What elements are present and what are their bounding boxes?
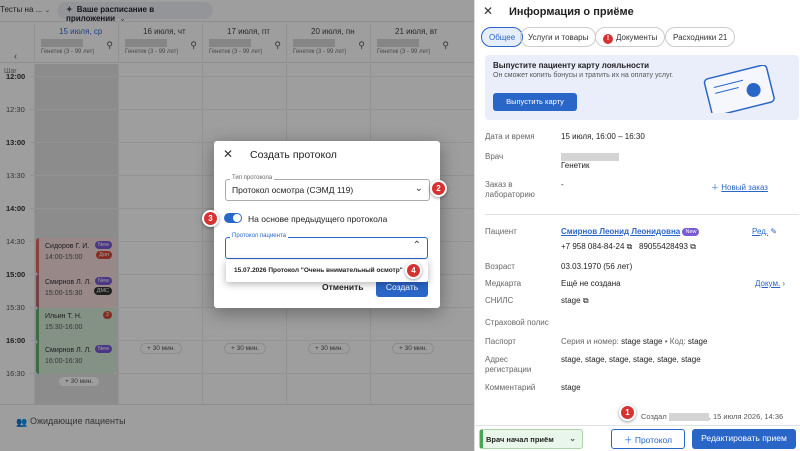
close-icon[interactable]: ✕ bbox=[483, 4, 493, 18]
loyalty-title: Выпустите пациенту карту лояльности bbox=[493, 61, 650, 70]
doctor-key: Врач bbox=[485, 152, 504, 161]
edit-label: Ред. bbox=[752, 227, 769, 236]
snils-value: stage ⧉ bbox=[561, 296, 589, 306]
tab-label: Услуги и товары bbox=[528, 33, 589, 42]
based-on-previous-label: На основе предыдущего протокола bbox=[248, 214, 388, 224]
toggle-knob bbox=[233, 214, 241, 222]
protocol-type-select[interactable]: Тип протокола Протокол осмотра (СЭМД 119… bbox=[225, 175, 430, 201]
create-protocol-dialog: ✕ Создать протокол Тип протокола Протоко… bbox=[214, 141, 440, 308]
chevron-right-icon: › bbox=[782, 279, 786, 288]
patient-protocol-select[interactable]: Протокол пациента ⌃ bbox=[225, 233, 428, 259]
doctor-spec: Генетик bbox=[561, 161, 590, 170]
edit-patient-link[interactable]: Ред. ✎ bbox=[752, 227, 777, 236]
new-order-link[interactable]: ＋ Новый заказ bbox=[711, 182, 768, 193]
status-indicator bbox=[480, 430, 483, 448]
tab-general[interactable]: Общее bbox=[481, 27, 524, 47]
medcard-value: Ещё не создана bbox=[561, 279, 621, 288]
issue-card-button[interactable]: Выпустить карту bbox=[493, 93, 577, 111]
tab-label: Расходники 21 bbox=[673, 33, 728, 42]
cancel-button[interactable]: Отменить bbox=[322, 282, 364, 292]
appointment-info-panel: ✕ Информация о приёме Общее Услуги и тов… bbox=[474, 0, 800, 451]
phone-secondary: 89055428493 bbox=[639, 242, 688, 251]
patient-protocol-label: Протокол пациента bbox=[230, 233, 288, 239]
patient-name-link[interactable]: Смирнов Леонид Леонидовна bbox=[561, 227, 680, 236]
step-marker: 2 bbox=[430, 180, 447, 197]
based-on-previous-toggle[interactable] bbox=[224, 213, 242, 223]
phones: +7 958 084-84-24 ⧉ 89055428493 ⧉ bbox=[561, 242, 696, 252]
phone-primary: +7 958 084-84-24 bbox=[561, 242, 625, 251]
plus-icon: ＋ bbox=[711, 183, 722, 192]
protocol-button-label: Протокол bbox=[634, 435, 673, 445]
comment-value: stage bbox=[561, 383, 581, 392]
protocol-option[interactable]: 15.07.2026 Протокол "Очень внимательный … bbox=[234, 267, 403, 274]
lab-order-value: - bbox=[561, 180, 564, 189]
patient-protocol-dropdown: 15.07.2026 Протокол "Очень внимательный … bbox=[226, 260, 428, 282]
new-order-label: Новый заказ bbox=[721, 183, 768, 192]
doctor-value: Генетик bbox=[561, 152, 619, 170]
datetime-key: Дата и время bbox=[485, 132, 535, 141]
step-marker: 3 bbox=[202, 210, 219, 227]
loyalty-subtitle: Он сможет копить бонусы и тратить их на … bbox=[493, 72, 674, 79]
protocol-type-value: Протокол осмотра (СЭМД 119) bbox=[232, 185, 354, 195]
new-patient-badge: New bbox=[682, 227, 700, 236]
documents-link[interactable]: Докум. › bbox=[755, 279, 785, 288]
step-marker: 1 bbox=[619, 404, 636, 421]
copy-icon[interactable]: ⧉ bbox=[690, 242, 696, 251]
patient-key: Пациент bbox=[485, 227, 517, 236]
age-key: Возраст bbox=[485, 262, 515, 271]
address-key: Адрес регистрации bbox=[485, 355, 532, 374]
age-value: 03.03.1970 (56 лет) bbox=[561, 262, 633, 271]
loyalty-card-illustration bbox=[703, 65, 775, 113]
tab-label: Общее bbox=[489, 33, 516, 42]
copy-icon[interactable]: ⧉ bbox=[627, 242, 633, 251]
plus-icon: ＋ bbox=[623, 435, 635, 445]
pencil-icon: ✎ bbox=[770, 227, 778, 236]
created-date: , 15 июля 2026, 14:36 bbox=[708, 412, 784, 421]
passport-series-value: stage stage bbox=[621, 337, 663, 346]
chevron-down-icon: ⌄ bbox=[569, 434, 576, 443]
doctor-name-blurred bbox=[561, 152, 619, 161]
step-marker: 4 bbox=[405, 262, 422, 279]
chevron-up-icon: ⌃ bbox=[412, 240, 421, 251]
lab-order-key: Заказ в лабораторию bbox=[485, 180, 535, 199]
status-select[interactable]: Врач начал приём ⌄ bbox=[479, 429, 583, 449]
datetime-value: 15 июля, 16:00 – 16:30 bbox=[561, 132, 645, 141]
documents-link-label: Докум. bbox=[755, 279, 781, 288]
address-value: stage, stage, stage, stage, stage, stage bbox=[561, 355, 701, 364]
dialog-title: Создать протокол bbox=[250, 149, 337, 161]
medcard-key: Медкарта bbox=[485, 279, 522, 288]
tab-label: Документы bbox=[616, 33, 658, 42]
warning-icon: ! bbox=[603, 34, 613, 44]
protocol-type-label: Тип протокола bbox=[230, 175, 275, 181]
passport-key: Паспорт bbox=[485, 337, 516, 346]
panel-title: Информация о приёме bbox=[509, 6, 634, 18]
created-label: Создал bbox=[641, 412, 667, 421]
tab-documents[interactable]: ! Документы bbox=[595, 27, 666, 47]
insurance-key: Страховой полис bbox=[485, 318, 549, 327]
passport-code-key: Код: bbox=[669, 337, 686, 346]
tab-services[interactable]: Услуги и товары bbox=[520, 27, 597, 47]
close-icon[interactable]: ✕ bbox=[223, 147, 233, 161]
passport-code-value: stage bbox=[687, 337, 708, 346]
panel-footer: Врач начал приём ⌄ ＋ Протокол Редактиров… bbox=[475, 425, 800, 451]
snils-text: stage bbox=[561, 296, 581, 305]
edit-appointment-button[interactable]: Редактировать прием bbox=[692, 429, 796, 449]
copy-icon[interactable]: ⧉ bbox=[583, 296, 589, 305]
creator-name-blurred bbox=[668, 413, 709, 422]
comment-key: Комментарий bbox=[485, 383, 536, 392]
status-label: Врач начал приём bbox=[486, 435, 554, 444]
chevron-down-icon: ⌄ bbox=[414, 183, 423, 194]
protocol-button[interactable]: ＋ Протокол bbox=[611, 429, 685, 449]
passport-series-key: Серия и номер: bbox=[561, 337, 619, 346]
passport-value: Серия и номер: stage stage • Код: stage bbox=[561, 337, 708, 346]
patient-value: Смирнов Леонид Леонидовна New bbox=[561, 227, 700, 236]
divider bbox=[485, 214, 799, 215]
loyalty-banner: Выпустите пациенту карту лояльности Он с… bbox=[485, 55, 799, 120]
tab-consumables[interactable]: Расходники 21 bbox=[665, 27, 736, 47]
created-info: Создал , 15 июля 2026, 14:36 bbox=[641, 412, 784, 422]
snils-key: СНИЛС bbox=[485, 296, 514, 305]
